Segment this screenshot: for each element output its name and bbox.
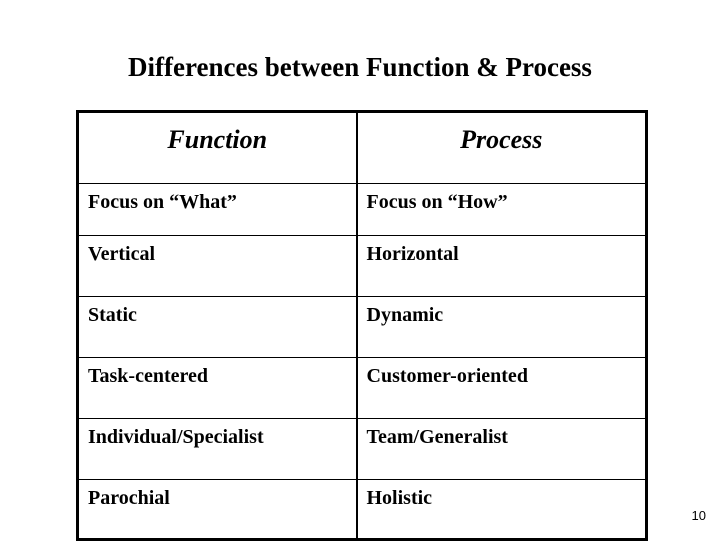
cell-process: Team/Generalist bbox=[356, 418, 647, 480]
cell-function: Focus on “What” bbox=[77, 183, 358, 236]
comparison-table: Function Process Focus on “What” Focus o… bbox=[76, 110, 648, 541]
column-header-function: Function bbox=[77, 111, 358, 184]
cell-function: Static bbox=[77, 296, 358, 358]
column-header-process: Process bbox=[356, 111, 647, 184]
cell-function: Vertical bbox=[77, 235, 358, 297]
cell-function: Task-centered bbox=[77, 357, 358, 419]
page-title: Differences between Function & Process bbox=[128, 52, 592, 82]
table-row: Static Dynamic bbox=[77, 296, 647, 358]
table-row: Individual/Specialist Team/Generalist bbox=[77, 418, 647, 480]
page-number: 10 bbox=[691, 508, 706, 523]
cell-process: Focus on “How” bbox=[356, 183, 647, 236]
table-row: Parochial Holistic bbox=[77, 479, 647, 540]
cell-process: Dynamic bbox=[356, 296, 647, 358]
table-body: Focus on “What” Focus on “How” Vertical … bbox=[77, 183, 647, 540]
slide-canvas: Differences between Function & Process F… bbox=[0, 0, 720, 541]
cell-function: Parochial bbox=[77, 479, 358, 540]
table-row: Focus on “What” Focus on “How” bbox=[77, 183, 647, 236]
cell-process: Holistic bbox=[366, 487, 433, 509]
cell-function: Individual/Specialist bbox=[77, 418, 358, 480]
table-header-row: Function Process bbox=[77, 111, 647, 184]
cell-process: Horizontal bbox=[356, 235, 647, 297]
table-row: Vertical Horizontal bbox=[77, 235, 647, 297]
table-header: Function Process bbox=[77, 111, 647, 184]
cell-process: Customer-oriented bbox=[356, 357, 647, 419]
table-row: Task-centered Customer-oriented bbox=[77, 357, 647, 419]
